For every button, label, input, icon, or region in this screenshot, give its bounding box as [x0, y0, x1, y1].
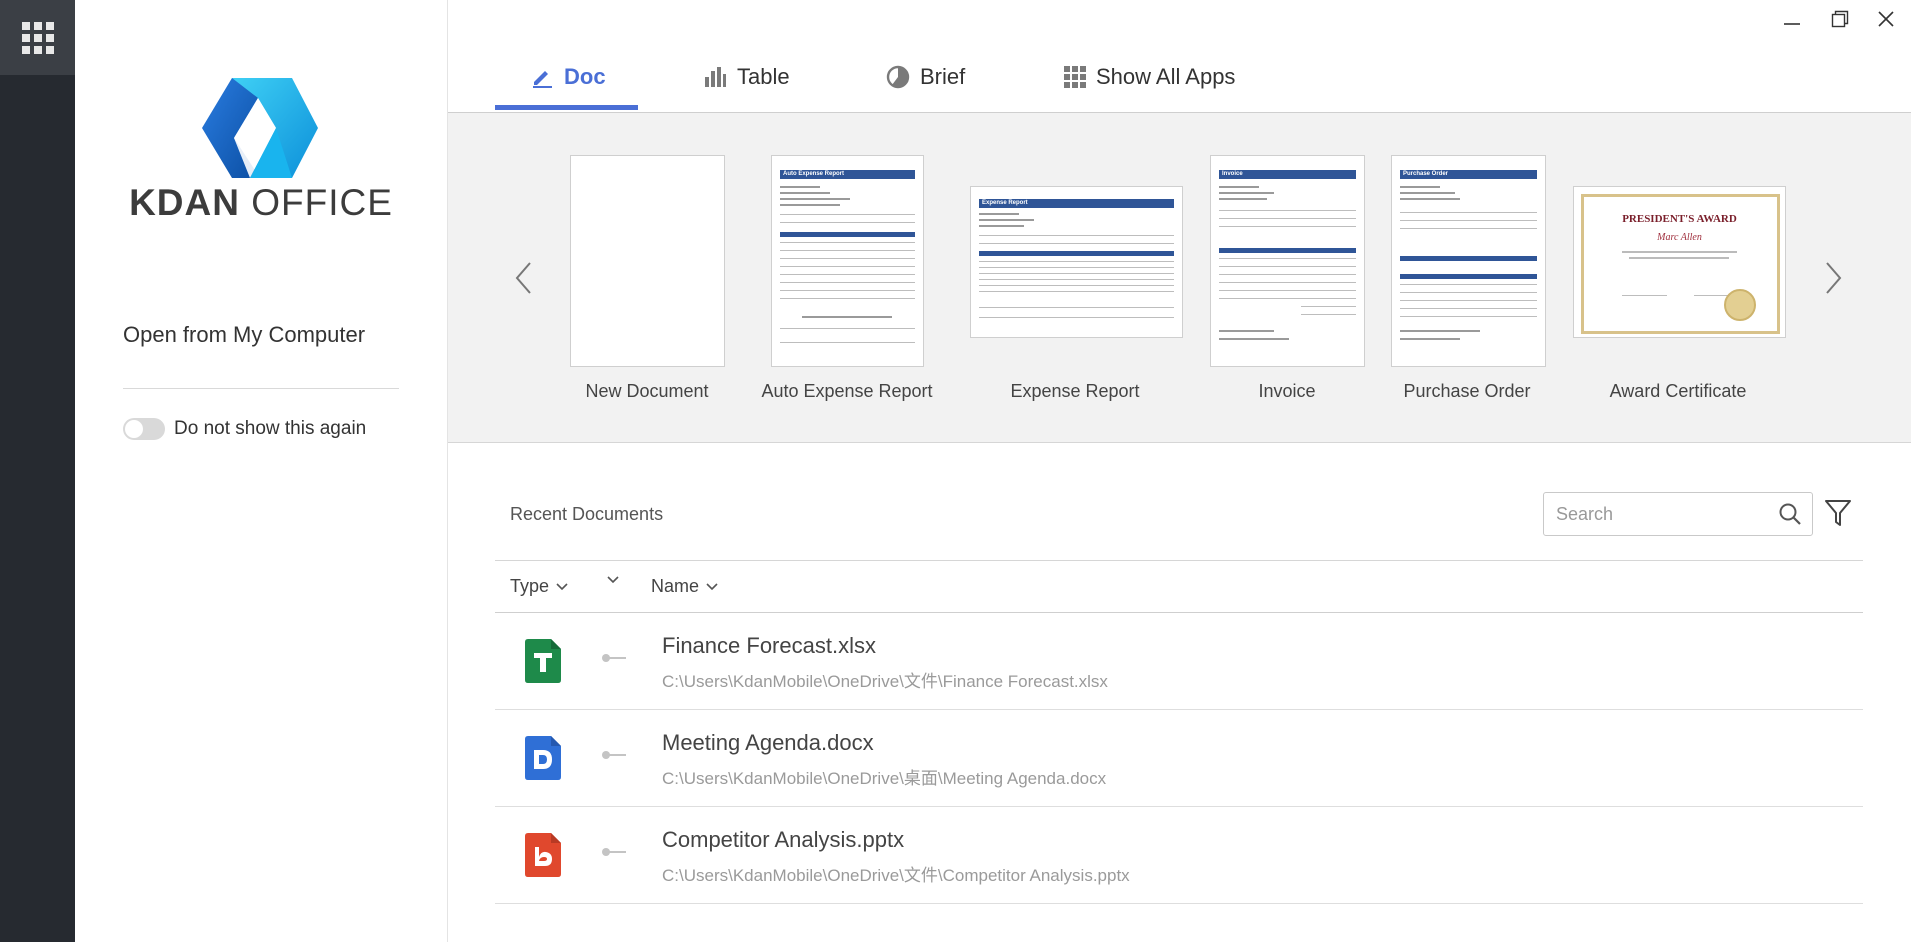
open-from-computer-link[interactable]: Open from My Computer	[123, 322, 365, 348]
pencil-icon	[533, 71, 552, 88]
logo-text-bold: KDAN	[129, 182, 240, 223]
recent-file-row[interactable]: Finance Forecast.xlsx C:\Users\KdanMobil…	[495, 613, 1863, 710]
grid-apps-icon[interactable]	[0, 0, 75, 75]
column-header-name[interactable]: Name	[651, 576, 718, 597]
certificate-title: PRESIDENT'S AWARD	[1622, 213, 1737, 225]
chevron-down-icon	[607, 576, 619, 584]
do-not-show-toggle[interactable]	[123, 418, 165, 440]
template-label: Award Certificate	[1609, 381, 1747, 401]
filter-icon[interactable]	[1825, 499, 1851, 527]
document-file-icon	[525, 736, 561, 780]
pin-icon[interactable]	[601, 847, 627, 857]
search-icon[interactable]	[1778, 502, 1802, 526]
recent-file-row[interactable]: Competitor Analysis.pptx C:\Users\KdanMo…	[495, 807, 1863, 904]
template-invoice[interactable]: Invoice	[1210, 155, 1365, 367]
file-path: C:\Users\KdanMobile\OneDrive\文件\Finance …	[662, 672, 1108, 691]
template-header: Expense Report	[982, 200, 1028, 206]
search-input[interactable]	[1554, 501, 1768, 527]
file-path: C:\Users\KdanMobile\OneDrive\文件\Competit…	[662, 866, 1130, 885]
template-label: Auto Expense Report	[761, 381, 933, 401]
tab-show-all-apps[interactable]: Show All Apps	[1064, 58, 1235, 96]
toggle-label: Do not show this again	[174, 418, 367, 439]
template-auto-expense-report[interactable]: Auto Expense Report	[771, 155, 924, 367]
app-tab-bar	[448, 0, 1911, 113]
file-path: C:\Users\KdanMobile\OneDrive\桌面\Meeting …	[662, 769, 1107, 788]
template-label: Invoice	[1258, 381, 1316, 401]
template-expense-report[interactable]: Expense Report	[970, 186, 1183, 338]
template-label: Purchase Order	[1403, 381, 1531, 401]
template-purchase-order[interactable]: Purchase Order	[1391, 155, 1546, 367]
chevron-left-icon[interactable]	[512, 260, 536, 296]
column-header-pin[interactable]	[607, 576, 619, 584]
toggle-knob	[125, 420, 143, 438]
column-header-name-label: Name	[651, 576, 700, 596]
template-header: Invoice	[1222, 171, 1243, 177]
presentation-file-icon	[525, 833, 561, 877]
tab-table-label: Table	[737, 64, 790, 89]
tab-table[interactable]: Table	[703, 58, 790, 96]
pin-icon[interactable]	[601, 750, 627, 760]
template-label: New Document	[585, 381, 709, 401]
pin-icon[interactable]	[601, 653, 627, 663]
recent-file-row[interactable]: Meeting Agenda.docx C:\Users\KdanMobile\…	[495, 710, 1863, 807]
pie-chart-icon	[886, 65, 910, 89]
active-tab-indicator	[495, 105, 638, 110]
chevron-down-icon	[556, 582, 568, 590]
divider	[495, 560, 1863, 561]
chevron-down-icon	[706, 582, 718, 590]
file-name: Competitor Analysis.pptx	[662, 827, 905, 852]
chevron-right-icon[interactable]	[1821, 260, 1845, 296]
tab-brief[interactable]: Brief	[886, 58, 965, 96]
tab-doc-label: Doc	[564, 64, 606, 89]
certificate-seal	[1724, 289, 1756, 321]
certificate-name: Marc Allen	[1657, 232, 1702, 243]
column-header-type-label: Type	[510, 576, 550, 596]
left-rail	[0, 0, 75, 942]
recent-documents-title: Recent Documents	[510, 504, 664, 524]
bar-chart-icon	[705, 67, 726, 87]
file-name: Finance Forecast.xlsx	[662, 633, 876, 658]
template-header: Auto Expense Report	[783, 171, 845, 177]
grid-icon	[1064, 66, 1086, 88]
template-header: Purchase Order	[1403, 171, 1449, 177]
logo-text-light: OFFICE	[251, 182, 393, 223]
divider	[123, 388, 399, 389]
template-award-certificate[interactable]: PRESIDENT'S AWARD Marc Allen	[1573, 186, 1786, 338]
search-box	[1543, 492, 1813, 536]
column-header-type[interactable]: Type	[510, 576, 568, 597]
logo-wordmark: KDAN OFFICE	[75, 182, 447, 224]
tab-doc[interactable]: Doc	[530, 58, 606, 96]
file-name: Meeting Agenda.docx	[662, 730, 874, 755]
spreadsheet-file-icon	[525, 639, 561, 683]
template-label: Expense Report	[1010, 381, 1140, 401]
tab-show-all-apps-label: Show All Apps	[1096, 64, 1236, 89]
tab-brief-label: Brief	[920, 64, 966, 89]
template-new-document[interactable]	[570, 155, 725, 367]
